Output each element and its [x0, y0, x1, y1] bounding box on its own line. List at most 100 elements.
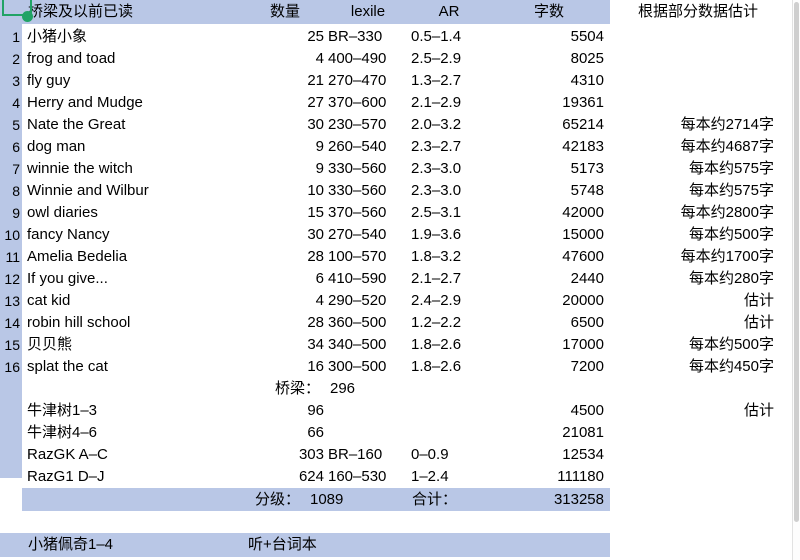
cell-lexile[interactable]: 330–560	[326, 180, 410, 202]
cell-qty[interactable]: 16	[244, 356, 326, 378]
cell-qty[interactable]: 66	[244, 422, 326, 444]
cell-note[interactable]: 每本约2800字	[610, 202, 786, 224]
row-number[interactable]: 3	[0, 70, 22, 92]
cell-ar[interactable]: 2.4–2.9	[410, 290, 488, 312]
cell-lexile[interactable]: 290–520	[326, 290, 410, 312]
row-number[interactable]: 14	[0, 312, 22, 334]
cell-ar[interactable]: 1.8–2.6	[410, 334, 488, 356]
cell-qty[interactable]: 10	[244, 180, 326, 202]
row-number[interactable]: 5	[0, 114, 22, 136]
cell-words[interactable]: 4310	[488, 70, 610, 92]
header-ar[interactable]: AR	[410, 0, 488, 24]
cell-ar[interactable]: 0–0.9	[410, 444, 488, 466]
cell-title[interactable]: owl diaries	[22, 202, 244, 224]
cell-words[interactable]: 5748	[488, 180, 610, 202]
cell-words[interactable]: 5173	[488, 158, 610, 180]
cell-note[interactable]: 每本约280字	[610, 268, 786, 290]
cell-title[interactable]: cat kid	[22, 290, 244, 312]
cell-ar[interactable]: 1.9–3.6	[410, 224, 488, 246]
cell-ar[interactable]: 2.1–2.7	[410, 268, 488, 290]
cell-title[interactable]: frog and toad	[22, 48, 244, 70]
table-row[interactable]: 15 贝贝熊 34 340–500 1.8–2.6 17000 每本约500字	[0, 334, 800, 356]
cell-lexile[interactable]: 160–530	[326, 466, 410, 488]
row-number[interactable]: 15	[0, 334, 22, 356]
row-number[interactable]: 13	[0, 290, 22, 312]
table-row[interactable]: 16 splat the cat 16 300–500 1.8–2.6 7200 每本约45…	[0, 356, 800, 378]
row-number[interactable]: 1	[0, 26, 22, 48]
table-row[interactable]: RazGK A–C 303 BR–160 0–0.9 12534	[0, 444, 800, 466]
cell-words[interactable]: 4500	[488, 400, 610, 422]
row-number[interactable]: 11	[0, 246, 22, 268]
table-row[interactable]: 10 fancy Nancy 30 270–540 1.9–3.6 15000 每本约500…	[0, 224, 800, 246]
cell-words[interactable]: 17000	[488, 334, 610, 356]
cell-qty[interactable]: 15	[244, 202, 326, 224]
cell-note[interactable]: 估计	[610, 400, 786, 422]
cell-title[interactable]: 贝贝熊	[22, 334, 244, 356]
row-number[interactable]: 7	[0, 158, 22, 180]
cell-ar[interactable]: 2.5–2.9	[410, 48, 488, 70]
cell-note[interactable]: 估计	[610, 290, 786, 312]
row-number[interactable]: 8	[0, 180, 22, 202]
table-row[interactable]: 13 cat kid 4 290–520 2.4–2.9 20000 估计	[0, 290, 800, 312]
cell-words[interactable]: 7200	[488, 356, 610, 378]
cell-note[interactable]: 每本约500字	[610, 334, 786, 356]
cell-note[interactable]: 每本约2714字	[610, 114, 786, 136]
cell-lexile[interactable]: 360–500	[326, 312, 410, 334]
cell-title[interactable]: 小猪小象	[22, 26, 244, 48]
table-row[interactable]: RazG1 D–J 624 160–530 1–2.4 111180	[0, 466, 800, 488]
subtotal-row[interactable]: 桥梁： 296	[0, 378, 800, 400]
grade-total-value[interactable]: 1089	[304, 488, 412, 511]
cell-qty[interactable]: 624	[244, 466, 326, 488]
header-qty[interactable]: 数量	[244, 0, 326, 24]
cell-words[interactable]: 42000	[488, 202, 610, 224]
row-number[interactable]: 16	[0, 356, 22, 378]
cell-qty[interactable]: 30	[244, 224, 326, 246]
cell-title[interactable]: RazGK A–C	[22, 444, 244, 466]
selection-drag-handle[interactable]	[22, 11, 33, 22]
cell-words[interactable]: 20000	[488, 290, 610, 312]
cell-ar[interactable]: 2.3–3.0	[410, 180, 488, 202]
vertical-scrollbar-track[interactable]	[792, 0, 800, 560]
cell-words[interactable]: 6500	[488, 312, 610, 334]
subtotal-value[interactable]: 296	[326, 378, 412, 400]
cell-note[interactable]: 估计	[610, 312, 786, 334]
cell-title[interactable]: Winnie and Wilbur	[22, 180, 244, 202]
cell-words[interactable]: 8025	[488, 48, 610, 70]
table-row[interactable]: 6 dog man 9 260–540 2.3–2.7 42183 每本约4687字	[0, 136, 800, 158]
table-row[interactable]: 12 If you give... 6 410–590 2.1–2.7 2440 每本约28…	[0, 268, 800, 290]
spreadsheet-canvas[interactable]: 桥梁及以前已读 数量 lexile AR 字数 根据部分数据估计 1 小猪小象 25…	[0, 0, 800, 560]
cell-ar[interactable]: 1.8–2.6	[410, 356, 488, 378]
table-row[interactable]: 9 owl diaries 15 370–560 2.5–3.1 42000 每本约2800…	[0, 202, 800, 224]
cell-lexile[interactable]: 370–600	[326, 92, 410, 114]
cell-ar[interactable]: 1–2.4	[410, 466, 488, 488]
cell-lexile[interactable]: 410–590	[326, 268, 410, 290]
cell-words[interactable]: 12534	[488, 444, 610, 466]
cell-lexile[interactable]: 270–470	[326, 70, 410, 92]
cell-note[interactable]: 每本约575字	[610, 180, 786, 202]
cell-title[interactable]: dog man	[22, 136, 244, 158]
table-row[interactable]: 11 Amelia Bedelia 28 100–570 1.8–3.2 47600 每本约…	[0, 246, 800, 268]
cell-qty[interactable]: 28	[244, 246, 326, 268]
cell-ar[interactable]: 2.5–3.1	[410, 202, 488, 224]
table-row[interactable]: 1 小猪小象 25 BR–330 0.5–1.4 5504	[0, 26, 800, 48]
cell-title[interactable]: Herry and Mudge	[22, 92, 244, 114]
cell-lexile[interactable]: 260–540	[326, 136, 410, 158]
cell-lexile[interactable]: 270–540	[326, 224, 410, 246]
header-title[interactable]: 桥梁及以前已读	[22, 0, 244, 24]
cell-note[interactable]: 每本约450字	[610, 356, 786, 378]
cell-note[interactable]: 每本约500字	[610, 224, 786, 246]
cell-qty[interactable]: 96	[244, 400, 326, 422]
bottom-row[interactable]: 小猪佩奇1–4 听+台词本	[0, 533, 800, 557]
cell-words[interactable]: 21081	[488, 422, 610, 444]
cell-lexile[interactable]: 400–490	[326, 48, 410, 70]
cell-ar[interactable]: 2.0–3.2	[410, 114, 488, 136]
table-row[interactable]: 8 Winnie and Wilbur 10 330–560 2.3–3.0 5748 每本…	[0, 180, 800, 202]
cell-lexile[interactable]: BR–330	[326, 26, 410, 48]
total-row[interactable]: 分级： 1089 合计： 313258	[0, 488, 800, 511]
cell-qty[interactable]: 21	[244, 70, 326, 92]
table-row[interactable]: 2 frog and toad 4 400–490 2.5–2.9 8025	[0, 48, 800, 70]
table-row[interactable]: 4 Herry and Mudge 27 370–600 2.1–2.9 19361	[0, 92, 800, 114]
table-row[interactable]: 牛津树1–3 96 4500 估计	[0, 400, 800, 422]
header-lexile[interactable]: lexile	[326, 0, 410, 24]
cell-ar[interactable]: 0.5–1.4	[410, 26, 488, 48]
